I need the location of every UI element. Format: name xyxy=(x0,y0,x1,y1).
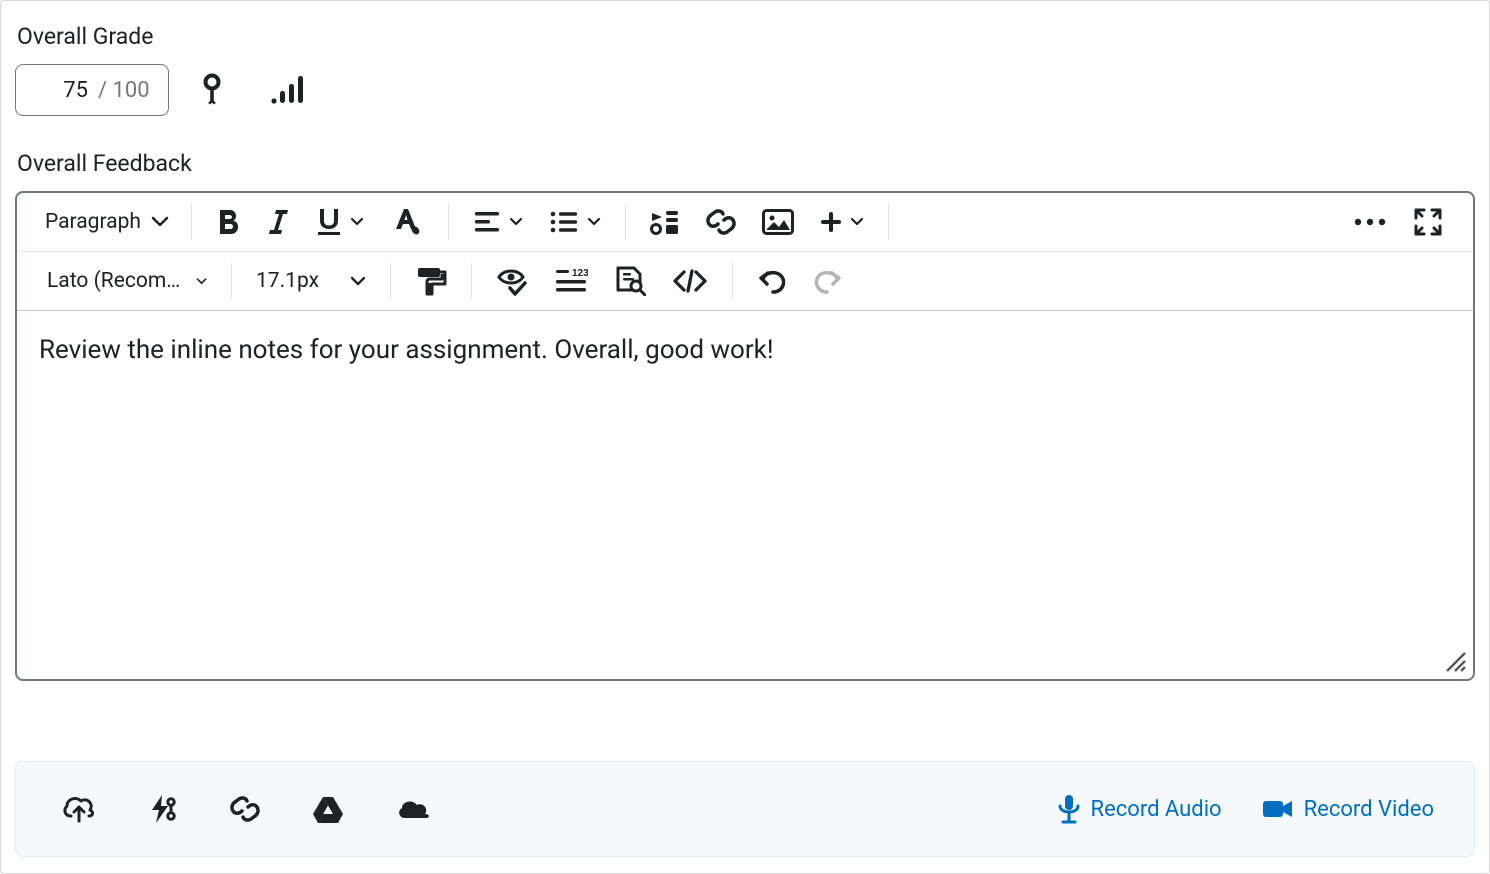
italic-icon xyxy=(268,208,290,236)
font-family-select[interactable]: Lato (Recommended) xyxy=(37,263,217,299)
link-icon xyxy=(706,208,736,236)
font-size-select[interactable]: 17.1px xyxy=(246,263,376,299)
evaluation-panel: Overall Grade 75 / 100 Overall Feedback … xyxy=(0,0,1490,874)
onedrive-icon xyxy=(396,797,432,821)
chevron-down-icon xyxy=(350,217,364,227)
microphone-icon xyxy=(1057,794,1081,824)
chevron-down-icon xyxy=(587,217,601,227)
insert-stuff-button[interactable] xyxy=(640,203,690,241)
undo-button[interactable] xyxy=(747,261,797,301)
chevron-down-icon xyxy=(509,217,523,227)
fullscreen-icon xyxy=(1413,207,1443,237)
code-icon xyxy=(672,269,708,293)
video-camera-icon xyxy=(1262,798,1294,820)
toolbar-row-1: Paragraph xyxy=(17,193,1473,252)
editor-text: Review the inline notes for your assignm… xyxy=(39,335,774,365)
insert-link-button[interactable] xyxy=(696,202,746,242)
plus-icon xyxy=(820,211,842,233)
align-left-icon xyxy=(473,210,501,234)
insert-image-button[interactable] xyxy=(752,203,804,241)
font-family-label: Lato (Recommended) xyxy=(47,269,188,293)
chevron-down-icon xyxy=(850,217,864,227)
attachment-icons xyxy=(56,787,438,831)
font-color-icon xyxy=(390,207,424,237)
record-video-button[interactable]: Record Video xyxy=(1262,797,1434,822)
google-drive-button[interactable] xyxy=(306,789,350,829)
upload-cloud-icon xyxy=(62,794,96,824)
undo-icon xyxy=(757,267,787,295)
grade-row: 75 / 100 xyxy=(15,64,1475,116)
toolbar-divider xyxy=(471,263,472,299)
italic-button[interactable] xyxy=(258,202,300,242)
bold-button[interactable] xyxy=(206,202,252,242)
format-painter-button[interactable] xyxy=(405,260,457,302)
quicklink-button[interactable] xyxy=(142,787,184,831)
grade-input[interactable]: 75 xyxy=(34,78,88,103)
overall-feedback-label: Overall Feedback xyxy=(17,150,1473,177)
align-button[interactable] xyxy=(463,204,533,240)
insert-more-button[interactable] xyxy=(810,205,874,239)
fullscreen-button[interactable] xyxy=(1403,201,1453,243)
resize-handle[interactable] xyxy=(1443,649,1467,673)
ellipsis-icon xyxy=(1353,217,1387,227)
ribbon-icon xyxy=(199,73,225,107)
rubric-icon-button[interactable] xyxy=(193,67,231,113)
accessibility-check-button[interactable] xyxy=(486,260,538,302)
rich-text-editor: Paragraph xyxy=(15,191,1475,681)
onedrive-button[interactable] xyxy=(390,791,438,827)
chevron-down-icon xyxy=(196,276,207,287)
toolbar-divider xyxy=(625,204,626,240)
attach-link-button[interactable] xyxy=(224,789,266,829)
stats-icon-button[interactable] xyxy=(265,69,313,111)
underline-button[interactable] xyxy=(306,201,374,243)
insert-stuff-icon xyxy=(650,209,680,235)
font-size-label: 17.1px xyxy=(256,269,319,293)
preview-button[interactable] xyxy=(604,260,656,302)
upload-file-button[interactable] xyxy=(56,788,102,830)
grade-total: / 100 xyxy=(98,78,150,103)
image-icon xyxy=(762,209,794,235)
editor-content-area[interactable]: Review the inline notes for your assignm… xyxy=(17,311,1473,679)
format-painter-icon xyxy=(415,266,447,296)
word-count-button[interactable]: 123 xyxy=(544,262,598,300)
lightning-attach-icon xyxy=(148,793,178,825)
record-audio-button[interactable]: Record Audio xyxy=(1057,794,1222,824)
toolbar-divider xyxy=(732,263,733,299)
eye-check-icon xyxy=(496,266,528,296)
toolbar-divider xyxy=(888,204,889,240)
toolbar-divider xyxy=(191,204,192,240)
toolbar-divider xyxy=(448,204,449,240)
block-format-select[interactable]: Paragraph xyxy=(37,204,177,240)
word-count-icon: 123 xyxy=(554,268,588,294)
list-icon xyxy=(549,210,579,234)
source-code-button[interactable] xyxy=(662,263,718,299)
overall-grade-label: Overall Grade xyxy=(17,23,1473,50)
grade-input-wrapper: 75 / 100 xyxy=(15,64,169,116)
list-button[interactable] xyxy=(539,204,611,240)
file-search-icon xyxy=(614,266,646,296)
toolbar-divider xyxy=(231,263,232,299)
bar-chart-icon xyxy=(271,75,307,105)
toolbar-row-2: Lato (Recommended) 17.1px 123 xyxy=(17,252,1473,311)
redo-icon xyxy=(813,267,843,295)
record-video-label: Record Video xyxy=(1304,797,1434,822)
chevron-down-icon xyxy=(151,216,169,228)
resize-grip-icon xyxy=(1443,649,1467,673)
redo-button[interactable] xyxy=(803,261,853,301)
record-audio-label: Record Audio xyxy=(1091,797,1222,822)
toolbar-divider xyxy=(390,263,391,299)
bold-icon xyxy=(216,208,242,236)
svg-text:123: 123 xyxy=(572,268,588,279)
chevron-down-icon xyxy=(350,276,366,287)
more-actions-button[interactable] xyxy=(1343,211,1397,233)
font-color-button[interactable] xyxy=(380,201,434,243)
attachment-bar: Record Audio Record Video xyxy=(15,761,1475,857)
underline-icon xyxy=(316,207,342,237)
link-icon xyxy=(230,795,260,823)
google-drive-icon xyxy=(312,795,344,823)
block-format-label: Paragraph xyxy=(45,210,141,234)
